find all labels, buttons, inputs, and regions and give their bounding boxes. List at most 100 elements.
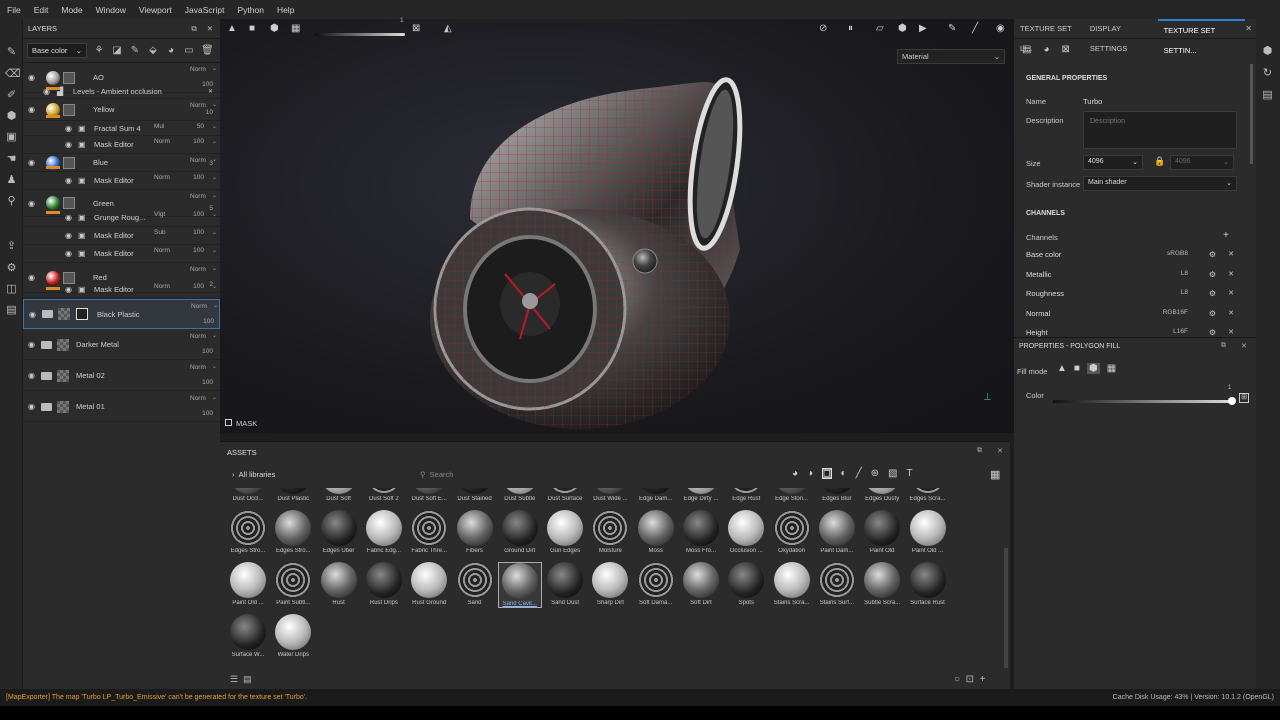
chevron-down-icon[interactable]: ⌄ bbox=[212, 363, 217, 370]
opacity-value[interactable]: 3 bbox=[195, 160, 213, 167]
blend-mode[interactable]: Sub bbox=[154, 229, 174, 236]
asset-tile[interactable]: Sand Cavit... bbox=[497, 562, 542, 608]
asset-tile[interactable]: Dust Soft bbox=[317, 488, 361, 502]
gear-icon[interactable]: ⚙ bbox=[1209, 328, 1216, 337]
gear-icon[interactable]: ⚙ bbox=[1209, 270, 1216, 279]
visibility-eye-icon[interactable]: ◉ bbox=[29, 310, 36, 319]
perspective-icon[interactable]: ▱ bbox=[876, 23, 884, 34]
layer-mask-thumbnail[interactable] bbox=[63, 71, 75, 84]
mask-icon[interactable]: ◪ bbox=[111, 45, 123, 56]
asset-tile[interactable]: Dust Wide ... bbox=[588, 488, 632, 502]
maximize-icon[interactable]: ⧉ bbox=[977, 447, 982, 455]
name-value[interactable]: Turbo bbox=[1083, 97, 1102, 106]
smart-material-filter-icon[interactable]: ◑ bbox=[807, 468, 813, 479]
chevron-down-icon[interactable]: ⌄ bbox=[212, 265, 217, 272]
refresh-icon[interactable]: ○ bbox=[954, 674, 960, 685]
asset-tile[interactable]: Sand bbox=[453, 562, 497, 606]
layer-effect-row[interactable]: ◉ ▣ Mask Editor Norm 100 ⌄ bbox=[23, 245, 220, 263]
remove-channel-icon[interactable]: ✕ bbox=[1228, 328, 1234, 336]
paint-icon[interactable]: ╱ bbox=[972, 23, 978, 34]
blend-mode[interactable]: Norm bbox=[190, 395, 210, 402]
channel-row[interactable]: Roughness L8 ⚙ ✕ bbox=[1014, 289, 1256, 305]
layer-mask-thumbnail[interactable] bbox=[63, 103, 75, 116]
brush-filter-icon[interactable]: ╱ bbox=[856, 468, 862, 479]
gear-icon[interactable]: ⚙ bbox=[1209, 250, 1216, 259]
chevron-down-icon[interactable]: ⌄ bbox=[212, 332, 217, 339]
asset-tile[interactable]: Moisture bbox=[588, 510, 632, 554]
blend-mode[interactable]: Mul bbox=[154, 123, 174, 130]
panel-scrollbar[interactable] bbox=[1250, 64, 1253, 164]
visibility-eye-icon[interactable]: ◉ bbox=[65, 213, 72, 222]
blend-mode[interactable]: Norm bbox=[190, 364, 210, 371]
asset-tile[interactable]: Edge Rust bbox=[724, 488, 768, 502]
quad-fill-icon[interactable]: ■ bbox=[1074, 363, 1080, 374]
visibility-eye-icon[interactable]: ◉ bbox=[65, 285, 72, 294]
save-icon[interactable]: ▤ bbox=[5, 304, 18, 317]
asset-tile[interactable]: Dust Plastic bbox=[271, 488, 315, 502]
chevron-down-icon[interactable]: ⌄ bbox=[213, 302, 218, 309]
chevron-down-icon[interactable]: ⌄ bbox=[212, 247, 217, 254]
layer-effect-row[interactable]: ◉ ▟ Levels - Ambient occlusion ✕ bbox=[23, 85, 220, 99]
blend-mode[interactable]: Norm bbox=[154, 283, 174, 290]
asset-tile[interactable]: Dust Stained bbox=[453, 488, 497, 502]
add-icon[interactable]: + bbox=[980, 674, 986, 685]
close-icon[interactable]: ✕ bbox=[997, 447, 1003, 455]
blend-mode[interactable]: Norm bbox=[154, 174, 174, 181]
pause-icon[interactable]: ⏸ bbox=[848, 23, 853, 34]
remove-channel-icon[interactable]: ✕ bbox=[1228, 250, 1234, 258]
asset-tile[interactable]: Paint Subtl... bbox=[271, 562, 315, 606]
folder-icon[interactable] bbox=[41, 402, 52, 411]
polygon-fill-icon[interactable]: ▣ bbox=[5, 131, 18, 144]
visibility-eye-icon[interactable]: ◉ bbox=[28, 105, 35, 114]
render-mode-icon[interactable]: ▲ bbox=[227, 23, 237, 34]
grunge-filter-icon[interactable]: ◐ bbox=[841, 468, 847, 479]
asset-tile[interactable]: Gun Edges bbox=[543, 510, 587, 554]
material-filter-icon[interactable]: ◕ bbox=[792, 468, 798, 479]
paint-brush-icon[interactable]: ✎ bbox=[5, 46, 18, 59]
folder-mask-thumbnail[interactable] bbox=[76, 308, 88, 320]
tab-texture-set-list[interactable]: TEXTURE SET LI... bbox=[1014, 19, 1084, 53]
asset-tile[interactable]: Ground Dirt bbox=[498, 510, 542, 554]
asset-tile[interactable]: Edges Stro... bbox=[271, 510, 315, 554]
blend-mode[interactable]: Norm bbox=[154, 247, 174, 254]
opacity-value[interactable]: 100 bbox=[195, 379, 213, 386]
maximize-icon[interactable]: ⧉ bbox=[191, 24, 196, 34]
menu-window[interactable]: Window bbox=[96, 5, 126, 15]
symmetry-icon[interactable]: ◭ bbox=[444, 23, 452, 34]
tab-display-settings[interactable]: DISPLAY SETTINGS bbox=[1084, 19, 1158, 53]
layer-mask-thumbnail[interactable] bbox=[63, 197, 75, 209]
log-icon[interactable]: ▤ bbox=[1261, 89, 1274, 102]
gear-icon[interactable]: ⚙ bbox=[1209, 309, 1216, 318]
material-icon[interactable]: ◕ bbox=[1043, 44, 1049, 55]
description-field[interactable]: Description bbox=[1083, 111, 1237, 149]
asset-tile[interactable]: Subtle Scra... bbox=[860, 562, 904, 606]
asset-tile[interactable]: Edges Scra... bbox=[906, 488, 950, 502]
channel-format[interactable]: L8 bbox=[1181, 289, 1188, 296]
channel-select[interactable]: Base color ⌄ bbox=[27, 43, 87, 58]
asset-tile[interactable]: Dust Subtle bbox=[498, 488, 542, 502]
layer-effect-row[interactable]: ◉ ▣ Grunge Roug... Vlgt 100 ⌄ bbox=[23, 209, 220, 227]
object-fill-icon[interactable]: ⬢ bbox=[1086, 363, 1100, 374]
camera-icon[interactable]: ▶ bbox=[919, 23, 927, 34]
blend-mode[interactable]: Norm bbox=[154, 138, 174, 145]
visibility-eye-icon[interactable]: ◉ bbox=[28, 371, 35, 380]
layer-row[interactable]: ◉ Metal 02 Norm 100 ⌄ bbox=[23, 361, 220, 391]
asset-tile[interactable]: Dust Soft 2 bbox=[362, 488, 406, 502]
asset-tile[interactable]: Soft Dirt bbox=[679, 562, 723, 606]
layer-effect-row[interactable]: ◉ ▣ Mask Editor Norm 100 ⌄ bbox=[23, 281, 220, 299]
snapshot-icon[interactable]: ⊠ bbox=[412, 23, 420, 34]
triangle-fill-icon[interactable]: ▲ bbox=[1057, 363, 1067, 374]
opacity-value[interactable]: 100 bbox=[195, 348, 213, 355]
gear-icon[interactable]: ⚙ bbox=[1209, 289, 1216, 298]
folder-icon[interactable] bbox=[41, 371, 52, 380]
opacity-value[interactable]: 100 bbox=[186, 229, 204, 236]
asset-tile[interactable]: Fabric Edg... bbox=[362, 510, 406, 554]
opacity-value[interactable]: 100 bbox=[186, 174, 204, 181]
exposure-slider[interactable] bbox=[315, 33, 405, 36]
remove-channel-icon[interactable]: ✕ bbox=[1228, 309, 1234, 317]
layer-effect-row[interactable]: ◉ ▣ Fractal Sum 4 Mul 50 ⌄ bbox=[23, 121, 220, 136]
menu-edit[interactable]: Edit bbox=[34, 5, 49, 15]
chevron-down-icon[interactable]: ⌄ bbox=[212, 283, 217, 290]
blend-mode[interactable]: Norm bbox=[191, 303, 211, 310]
asset-tile[interactable]: Water Drips bbox=[271, 614, 315, 658]
